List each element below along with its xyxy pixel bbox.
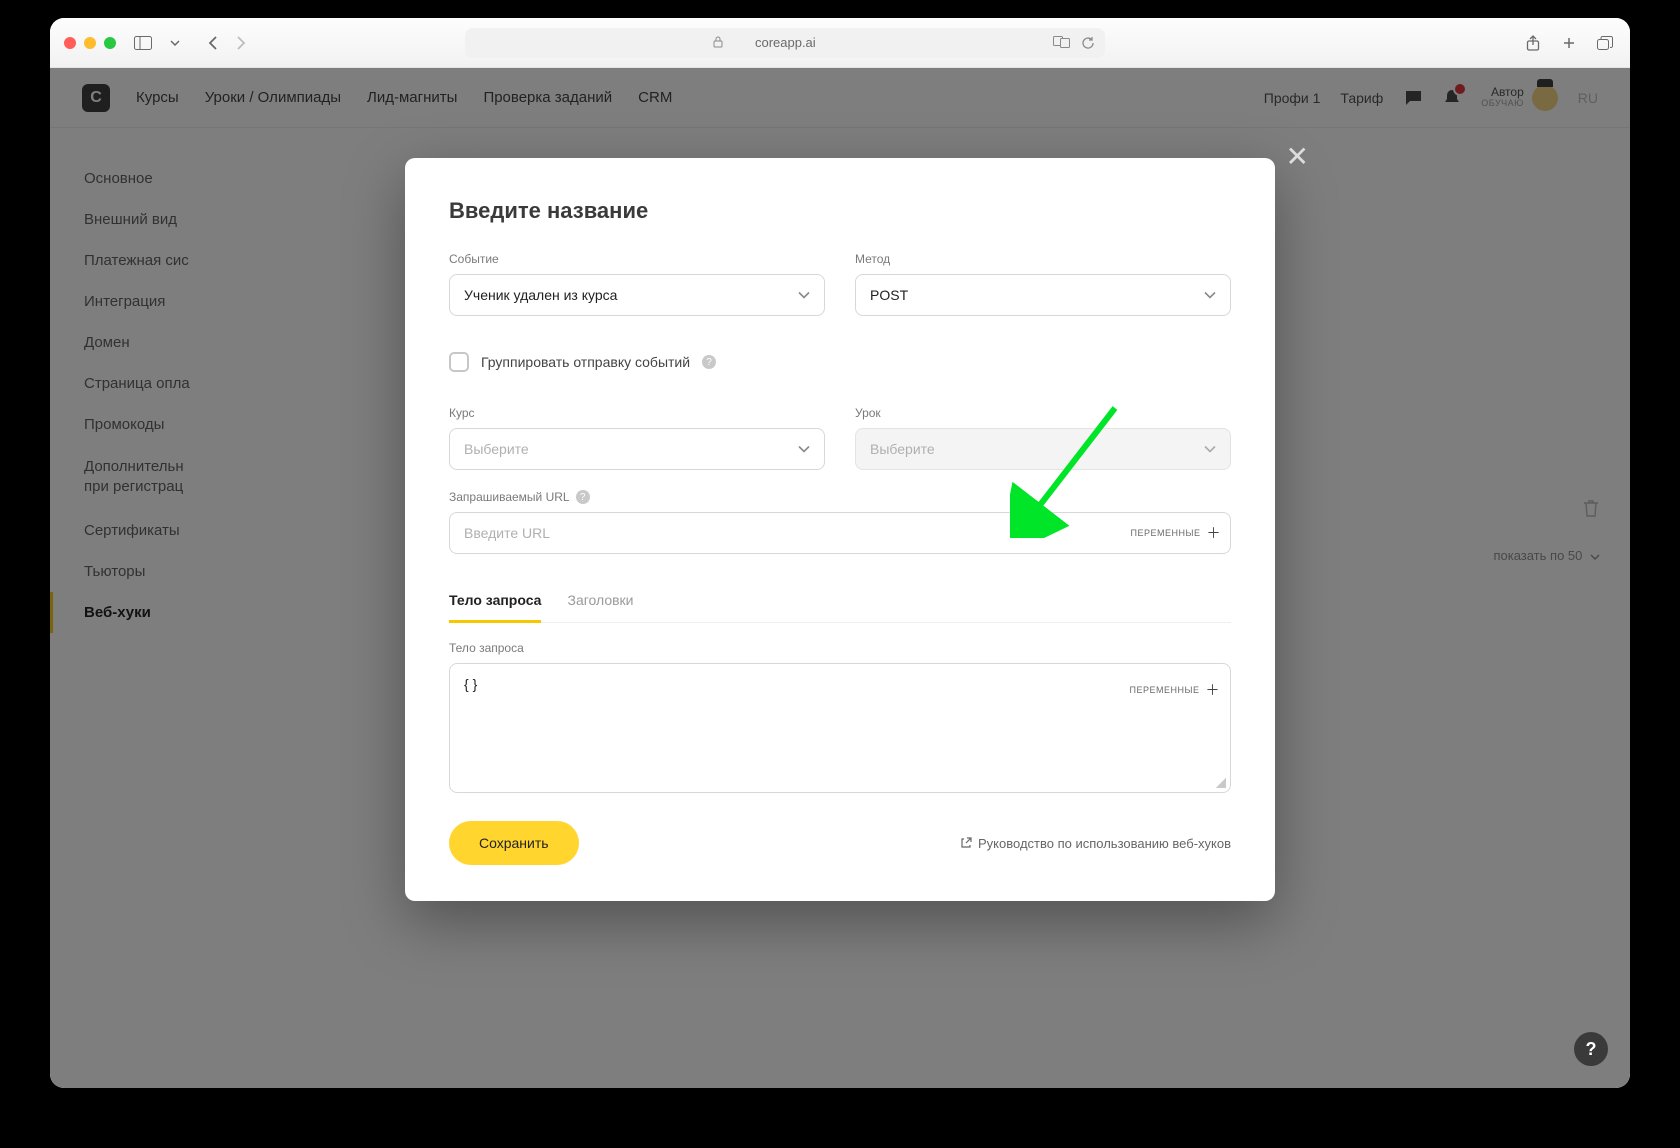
url-input[interactable]: Введите URL (449, 512, 1231, 554)
save-button[interactable]: Сохранить (449, 821, 579, 865)
reload-icon[interactable] (1081, 36, 1095, 50)
modal-title: Введите название (449, 198, 1231, 224)
chevron-down-icon (1204, 292, 1216, 299)
plus-icon: ＋ (1206, 680, 1221, 700)
close-icon[interactable]: ✕ (1286, 140, 1309, 173)
guide-link[interactable]: Руководство по использованию веб-хуков (960, 836, 1231, 851)
variables-button[interactable]: ПЕРЕМЕННЫЕ ＋ (1130, 680, 1220, 700)
new-tab-icon[interactable] (1558, 32, 1580, 54)
group-events-checkbox[interactable] (449, 352, 469, 372)
body-label: Тело запроса (449, 641, 1231, 655)
event-label: Событие (449, 252, 825, 266)
sidebar-toggle-icon[interactable] (132, 32, 154, 54)
url-label: Запрашиваемый URL ? (449, 490, 1231, 504)
chevron-down-icon (798, 292, 810, 299)
group-events-label: Группировать отправку событий (481, 354, 690, 370)
webhook-modal: ✕ Введите название Событие Ученик удален… (405, 158, 1275, 901)
tabs-icon[interactable] (1594, 32, 1616, 54)
close-window-icon[interactable] (64, 37, 76, 49)
back-icon[interactable] (202, 32, 224, 54)
help-icon[interactable]: ? (702, 355, 716, 369)
chevron-down-icon (1204, 446, 1216, 453)
tab-body[interactable]: Тело запроса (449, 582, 541, 623)
translate-icon[interactable] (1053, 36, 1071, 50)
event-select[interactable]: Ученик удален из курса (449, 274, 825, 316)
lock-icon (713, 36, 723, 48)
method-select[interactable]: POST (855, 274, 1231, 316)
forward-icon[interactable] (230, 32, 252, 54)
address-bar[interactable]: coreapp.ai (465, 28, 1105, 58)
url-text: coreapp.ai (755, 35, 816, 50)
method-label: Метод (855, 252, 1231, 266)
browser-toolbar: coreapp.ai (50, 18, 1630, 68)
group-events-row[interactable]: Группировать отправку событий ? (449, 352, 1231, 372)
share-icon[interactable] (1522, 32, 1544, 54)
lesson-label: Урок (855, 406, 1231, 420)
variables-button[interactable]: ПЕРЕМЕННЫЕ ＋ (1131, 523, 1221, 543)
chevron-down-icon (798, 446, 810, 453)
minimize-window-icon[interactable] (84, 37, 96, 49)
request-tabs: Тело запроса Заголовки (449, 582, 1231, 623)
body-textarea[interactable]: { } ПЕРЕМЕННЫЕ ＋ (449, 663, 1231, 793)
lesson-select[interactable]: Выберите (855, 428, 1231, 470)
course-select[interactable]: Выберите (449, 428, 825, 470)
external-link-icon (960, 837, 972, 849)
help-icon[interactable]: ? (576, 490, 590, 504)
course-label: Курс (449, 406, 825, 420)
browser-window: coreapp.ai (50, 18, 1630, 1088)
plus-icon: ＋ (1207, 523, 1222, 543)
help-fab[interactable]: ? (1574, 1032, 1608, 1066)
chevron-down-icon[interactable] (164, 32, 186, 54)
window-controls[interactable] (64, 37, 116, 49)
zoom-window-icon[interactable] (104, 37, 116, 49)
page: C Курсы Уроки / Олимпиады Лид-магниты Пр… (50, 68, 1630, 1088)
tab-headers[interactable]: Заголовки (567, 582, 633, 622)
